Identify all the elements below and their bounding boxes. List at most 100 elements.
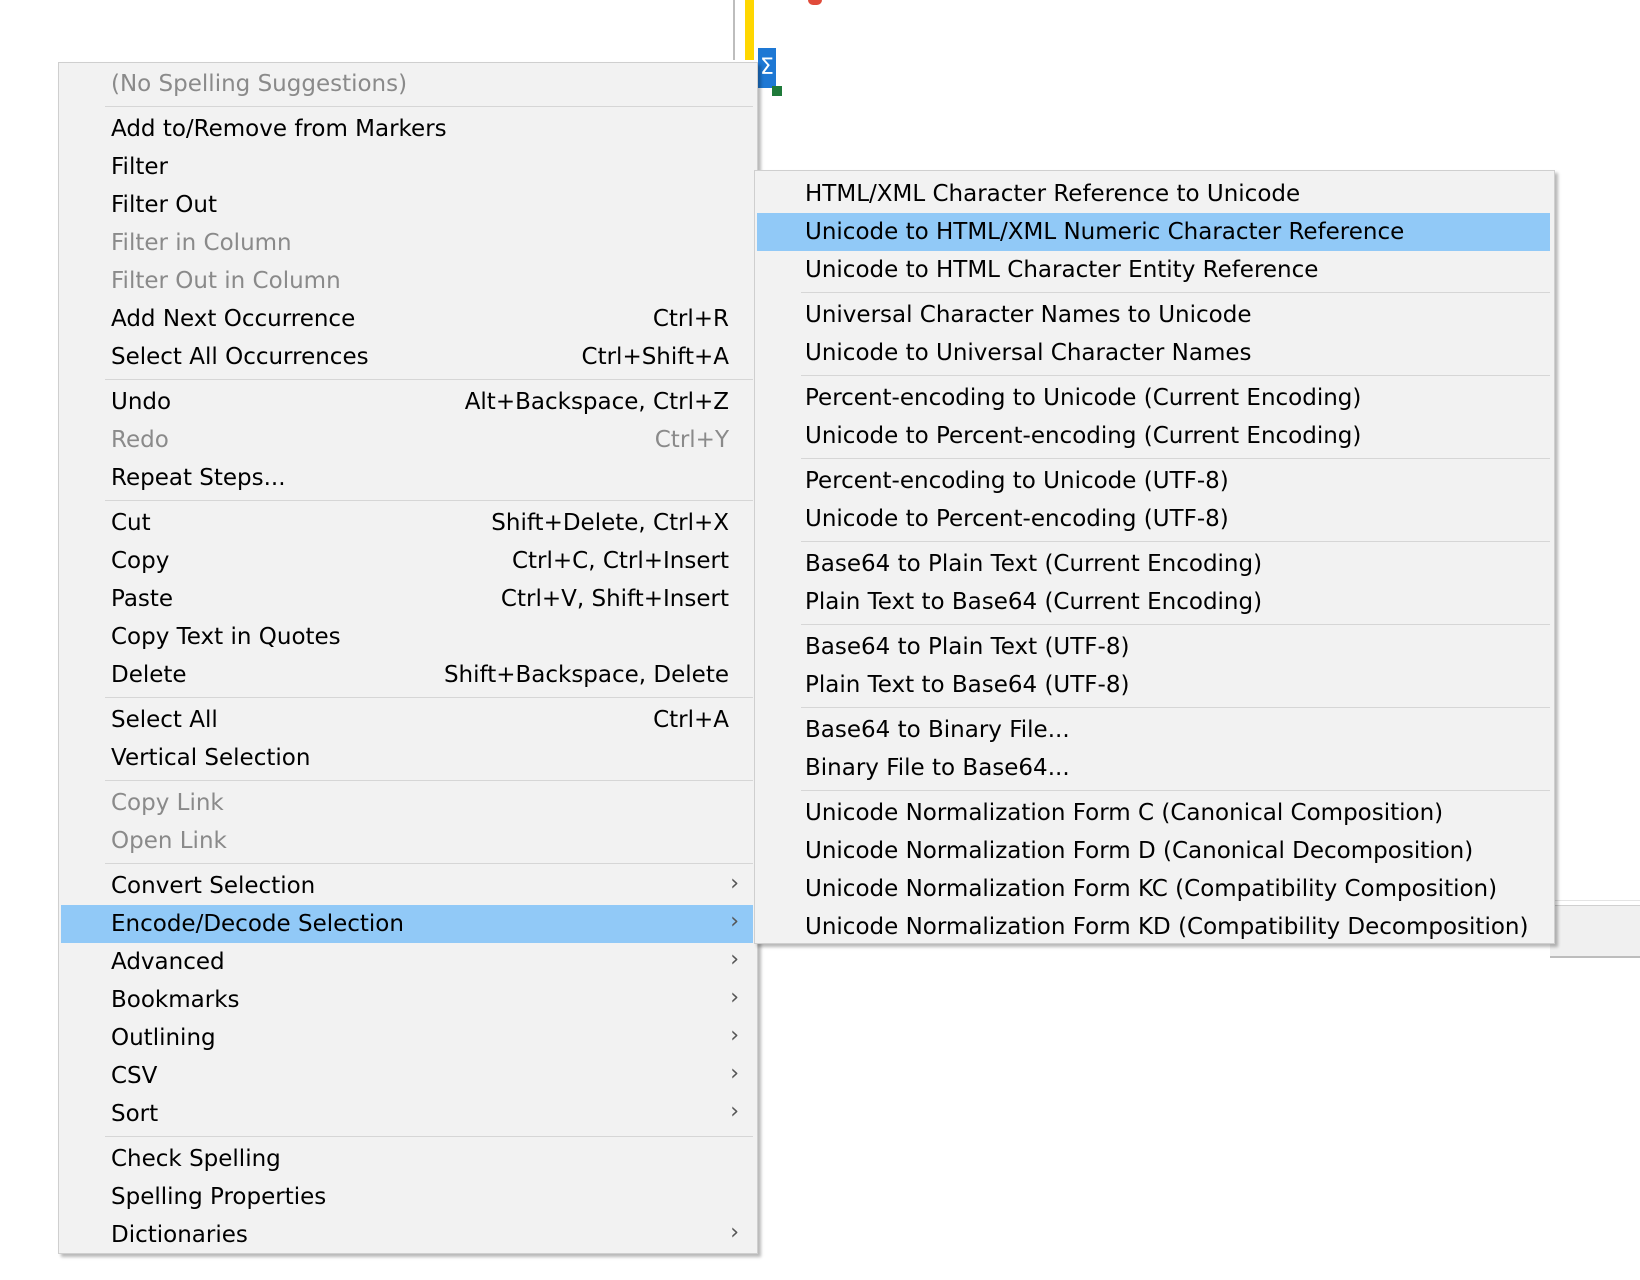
- menu-item-label: (No Spelling Suggestions): [111, 71, 408, 97]
- menu-item-paste[interactable]: Paste Ctrl+V, Shift+Insert: [61, 580, 753, 618]
- menu-item-copy[interactable]: Copy Ctrl+C, Ctrl+Insert: [61, 542, 753, 580]
- submenu-item-unicode-to-percent-current[interactable]: Unicode to Percent-encoding (Current Enc…: [757, 417, 1550, 455]
- menu-item-label: Bookmarks: [111, 987, 240, 1013]
- menu-item-advanced[interactable]: Advanced ›: [61, 943, 753, 981]
- menu-item-label: Add Next Occurrence: [111, 306, 356, 332]
- chevron-right-icon: ›: [730, 909, 739, 934]
- submenu-item-binary-file-to-base64[interactable]: Binary File to Base64...: [757, 749, 1550, 787]
- menu-item-encode-decode-selection[interactable]: Encode/Decode Selection ›: [61, 905, 753, 943]
- context-menu: (No Spelling Suggestions) Add to/Remove …: [58, 62, 758, 1254]
- menu-item-add-remove-markers[interactable]: Add to/Remove from Markers: [61, 110, 753, 148]
- submenu-item-base64-to-binary-file[interactable]: Base64 to Binary File...: [757, 711, 1550, 749]
- menu-item-copy-link: Copy Link: [61, 784, 753, 822]
- submenu-item-label: Plain Text to Base64 (Current Encoding): [805, 589, 1263, 615]
- submenu-item-percent-to-unicode-utf8[interactable]: Percent-encoding to Unicode (UTF-8): [757, 462, 1550, 500]
- menu-item-dictionaries[interactable]: Dictionaries ›: [61, 1216, 753, 1254]
- menu-item-shortcut: Ctrl+Y: [654, 427, 729, 453]
- submenu-item-label: Unicode Normalization Form D (Canonical …: [805, 838, 1474, 864]
- submenu-item-nfd[interactable]: Unicode Normalization Form D (Canonical …: [757, 832, 1550, 870]
- encode-decode-submenu: HTML/XML Character Reference to Unicode …: [754, 170, 1555, 944]
- submenu-item-label: Base64 to Plain Text (UTF-8): [805, 634, 1130, 660]
- menu-item-outlining[interactable]: Outlining ›: [61, 1019, 753, 1057]
- menu-item-label: Encode/Decode Selection: [111, 911, 404, 937]
- menu-separator: [105, 863, 753, 864]
- resize-handle[interactable]: [772, 86, 782, 96]
- menu-item-label: Dictionaries: [111, 1222, 248, 1248]
- submenu-item-nfkc[interactable]: Unicode Normalization Form KC (Compatibi…: [757, 870, 1550, 908]
- menu-item-undo[interactable]: Undo Alt+Backspace, Ctrl+Z: [61, 383, 753, 421]
- menu-item-csv[interactable]: CSV ›: [61, 1057, 753, 1095]
- submenu-item-text-to-base64-utf8[interactable]: Plain Text to Base64 (UTF-8): [757, 666, 1550, 704]
- menu-item-shortcut: Alt+Backspace, Ctrl+Z: [464, 389, 729, 415]
- submenu-item-unicode-to-html-entity-ref[interactable]: Unicode to HTML Character Entity Referen…: [757, 251, 1550, 289]
- submenu-item-percent-to-unicode-current[interactable]: Percent-encoding to Unicode (Current Enc…: [757, 379, 1550, 417]
- menu-item-shortcut: Ctrl+R: [652, 306, 729, 332]
- menu-item-label: Filter: [111, 154, 168, 180]
- submenu-item-label: Percent-encoding to Unicode (Current Enc…: [805, 385, 1362, 411]
- menu-item-bookmarks[interactable]: Bookmarks ›: [61, 981, 753, 1019]
- menu-item-sort[interactable]: Sort ›: [61, 1095, 753, 1133]
- menu-separator: [105, 780, 753, 781]
- menu-item-repeat-steps[interactable]: Repeat Steps...: [61, 459, 753, 497]
- menu-item-select-all[interactable]: Select All Ctrl+A: [61, 701, 753, 739]
- menu-item-open-link: Open Link: [61, 822, 753, 860]
- menu-item-shortcut: Shift+Backspace, Delete: [443, 662, 729, 688]
- submenu-item-nfc[interactable]: Unicode Normalization Form C (Canonical …: [757, 794, 1550, 832]
- submenu-item-text-to-base64-current[interactable]: Plain Text to Base64 (Current Encoding): [757, 583, 1550, 621]
- menu-item-label: Outlining: [111, 1025, 216, 1051]
- menu-item-delete[interactable]: Delete Shift+Backspace, Delete: [61, 656, 753, 694]
- submenu-item-unicode-to-ucn[interactable]: Unicode to Universal Character Names: [757, 334, 1550, 372]
- menu-item-label: Select All: [111, 707, 218, 733]
- submenu-item-label: Unicode to Universal Character Names: [805, 340, 1252, 366]
- menu-item-label: Filter Out in Column: [111, 268, 341, 294]
- menu-separator: [105, 106, 753, 107]
- chevron-right-icon: ›: [730, 871, 739, 896]
- menu-separator: [801, 790, 1550, 791]
- submenu-item-base64-to-text-current[interactable]: Base64 to Plain Text (Current Encoding): [757, 545, 1550, 583]
- submenu-item-unicode-to-percent-utf8[interactable]: Unicode to Percent-encoding (UTF-8): [757, 500, 1550, 538]
- submenu-item-html-xml-ref-to-unicode[interactable]: HTML/XML Character Reference to Unicode: [757, 175, 1550, 213]
- editor-left-border: [733, 0, 735, 60]
- submenu-item-unicode-to-html-xml-numeric-ref[interactable]: Unicode to HTML/XML Numeric Character Re…: [757, 213, 1550, 251]
- menu-item-label: Add to/Remove from Markers: [111, 116, 447, 142]
- menu-item-filter-out[interactable]: Filter Out: [61, 186, 753, 224]
- menu-item-shortcut: Ctrl+Shift+A: [581, 344, 729, 370]
- menu-separator: [105, 500, 753, 501]
- menu-item-label: Check Spelling: [111, 1146, 281, 1172]
- menu-item-copy-text-in-quotes[interactable]: Copy Text in Quotes: [61, 618, 753, 656]
- submenu-item-nfkd[interactable]: Unicode Normalization Form KD (Compatibi…: [757, 908, 1550, 946]
- sigma-icon[interactable]: Σ: [758, 48, 776, 88]
- menu-item-convert-selection[interactable]: Convert Selection ›: [61, 867, 753, 905]
- menu-item-label: Filter Out: [111, 192, 217, 218]
- menu-item-label: Open Link: [111, 828, 227, 854]
- menu-item-redo: Redo Ctrl+Y: [61, 421, 753, 459]
- menu-item-label: Spelling Properties: [111, 1184, 327, 1210]
- menu-item-label: Copy: [111, 548, 170, 574]
- chevron-right-icon: ›: [730, 1220, 739, 1245]
- menu-item-spelling-properties[interactable]: Spelling Properties: [61, 1178, 753, 1216]
- menu-item-check-spelling[interactable]: Check Spelling: [61, 1140, 753, 1178]
- menu-separator: [801, 458, 1550, 459]
- menu-item-filter[interactable]: Filter: [61, 148, 753, 186]
- submenu-item-label: Binary File to Base64...: [805, 755, 1070, 781]
- submenu-item-label: Unicode Normalization Form KD (Compatibi…: [805, 914, 1529, 940]
- submenu-item-label: Unicode Normalization Form C (Canonical …: [805, 800, 1444, 826]
- submenu-item-label: Percent-encoding to Unicode (UTF-8): [805, 468, 1229, 494]
- submenu-item-label: Plain Text to Base64 (UTF-8): [805, 672, 1130, 698]
- menu-item-cut[interactable]: Cut Shift+Delete, Ctrl+X: [61, 504, 753, 542]
- menu-item-add-next-occurrence[interactable]: Add Next Occurrence Ctrl+R: [61, 300, 753, 338]
- menu-separator: [801, 541, 1550, 542]
- menu-item-vertical-selection[interactable]: Vertical Selection: [61, 739, 753, 777]
- menu-item-shortcut: Shift+Delete, Ctrl+X: [491, 510, 729, 536]
- menu-separator: [105, 1136, 753, 1137]
- submenu-item-ucn-to-unicode[interactable]: Universal Character Names to Unicode: [757, 296, 1550, 334]
- menu-item-filter-in-column: Filter in Column: [61, 224, 753, 262]
- menu-item-select-all-occurrences[interactable]: Select All Occurrences Ctrl+Shift+A: [61, 338, 753, 376]
- submenu-item-base64-to-text-utf8[interactable]: Base64 to Plain Text (UTF-8): [757, 628, 1550, 666]
- chevron-right-icon: ›: [730, 1061, 739, 1086]
- menu-separator: [105, 697, 753, 698]
- submenu-item-label: Unicode Normalization Form KC (Compatibi…: [805, 876, 1498, 902]
- menu-item-filter-out-in-column: Filter Out in Column: [61, 262, 753, 300]
- chevron-right-icon: ›: [730, 1023, 739, 1048]
- menu-item-label: CSV: [111, 1063, 158, 1089]
